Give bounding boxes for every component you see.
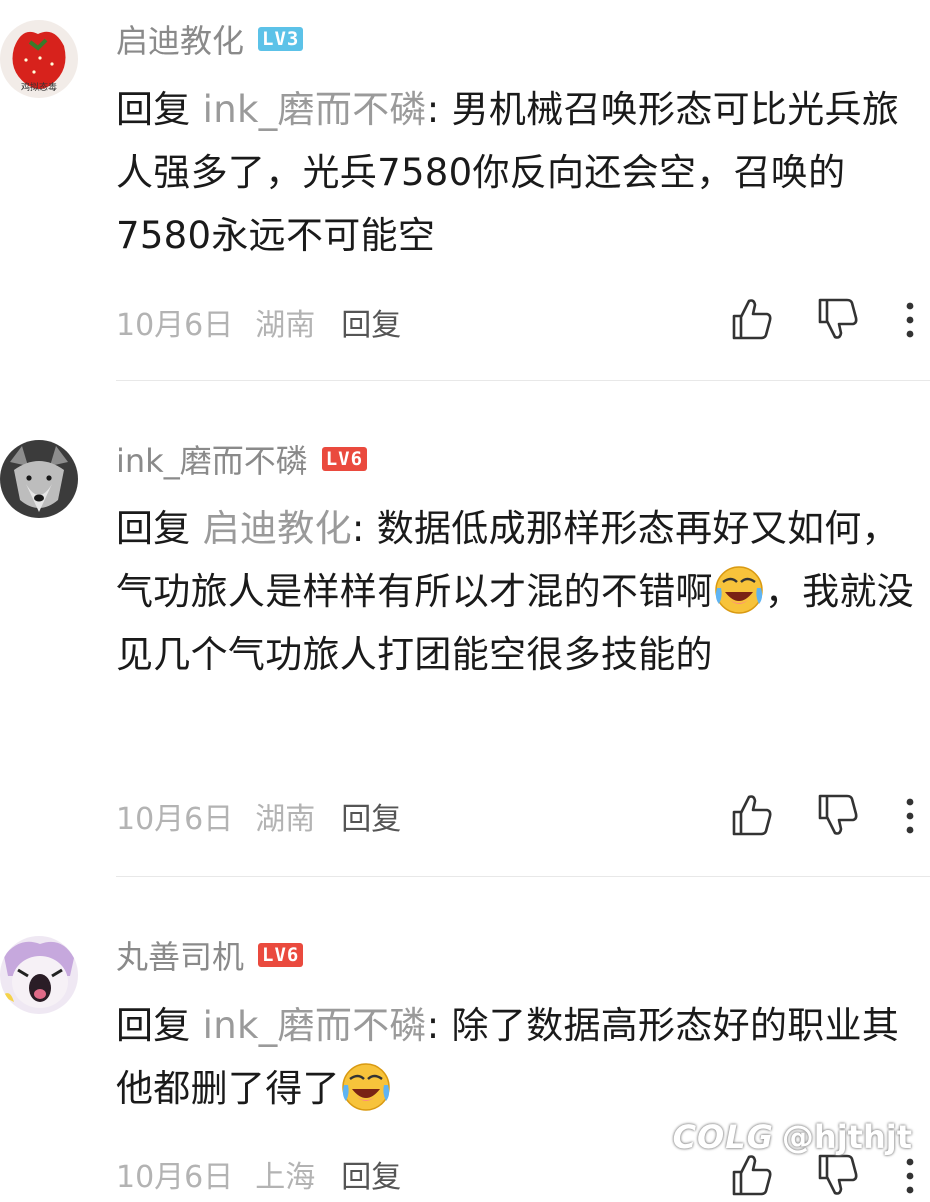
comment-meta: 10月6日 湖南 回复 — [116, 794, 423, 838]
comment-date: 10月6日 — [116, 802, 234, 837]
thumbs-up-icon[interactable] — [730, 296, 774, 342]
level-badge: LV3 — [258, 27, 304, 51]
comment-location: 湖南 — [255, 802, 316, 837]
comment-body: 回复 ink_磨而不磷: 除了数据高形态好的职业其他都删了得了 — [116, 994, 922, 1120]
avatar-caption: 鸡拟态毒 — [21, 81, 57, 93]
comment-body: 回复 启迪教化: 数据低成那样形态再好又如何，气功旅人是样样有所以才混的不错啊 … — [116, 497, 922, 686]
username[interactable]: 丸善司机 LV6 — [116, 932, 304, 978]
username[interactable]: ink_磨而不磷 LV6 — [116, 436, 368, 482]
reply-target-user[interactable]: 启迪教化 — [203, 507, 352, 550]
laughing-crying-emoji — [342, 1062, 390, 1111]
reply-target-user[interactable]: ink_磨而不磷 — [203, 1004, 427, 1047]
level-badge: LV6 — [258, 943, 304, 967]
watermark-handle: @hjthjt — [781, 1118, 912, 1156]
thumbs-down-icon[interactable] — [816, 792, 860, 838]
more-vertical-icon[interactable] — [898, 296, 922, 342]
thumbs-up-icon[interactable] — [730, 1152, 774, 1198]
reply-button[interactable]: 回复 — [341, 1160, 401, 1195]
more-vertical-icon[interactable] — [898, 792, 922, 838]
divider — [116, 876, 930, 877]
avatar[interactable] — [0, 936, 78, 1014]
comment-meta: 10月6日 上海 回复 — [116, 1152, 423, 1196]
comment-location: 湖南 — [255, 308, 316, 343]
reply-button[interactable]: 回复 — [341, 802, 401, 837]
reply-prefix: 回复 — [116, 1004, 203, 1047]
username-text[interactable]: 丸善司机 — [116, 932, 244, 978]
thumbs-down-icon[interactable] — [816, 1152, 860, 1198]
reply-prefix: 回复 — [116, 88, 203, 131]
avatar[interactable] — [0, 440, 78, 518]
level-badge: LV6 — [321, 447, 368, 471]
reply-prefix: 回复 — [116, 507, 203, 550]
comment-meta: 10月6日 湖南 回复 — [116, 300, 423, 344]
reply-target-user[interactable]: ink_磨而不磷 — [203, 88, 427, 131]
avatar[interactable]: 鸡拟态毒 — [0, 20, 78, 98]
laughing-crying-emoji — [715, 565, 763, 614]
username-text[interactable]: 启迪教化 — [116, 16, 244, 62]
comment-date: 10月6日 — [116, 308, 234, 343]
watermark: COLG @hjthjt — [673, 1118, 912, 1156]
username[interactable]: 启迪教化 LV3 — [116, 16, 304, 62]
more-vertical-icon[interactable] — [898, 1152, 922, 1198]
comment-date: 10月6日 — [116, 1160, 234, 1195]
thumbs-down-icon[interactable] — [816, 296, 860, 342]
reply-button[interactable]: 回复 — [341, 308, 401, 343]
watermark-brand: COLG — [672, 1118, 774, 1156]
comment-body: 回复 ink_磨而不磷: 男机械召唤形态可比光兵旅人强多了，光兵7580你反向还… — [116, 78, 922, 267]
thumbs-up-icon[interactable] — [730, 792, 774, 838]
username-text[interactable]: ink_磨而不磷 — [116, 436, 308, 482]
divider — [116, 380, 930, 381]
comment-location: 上海 — [255, 1160, 316, 1195]
